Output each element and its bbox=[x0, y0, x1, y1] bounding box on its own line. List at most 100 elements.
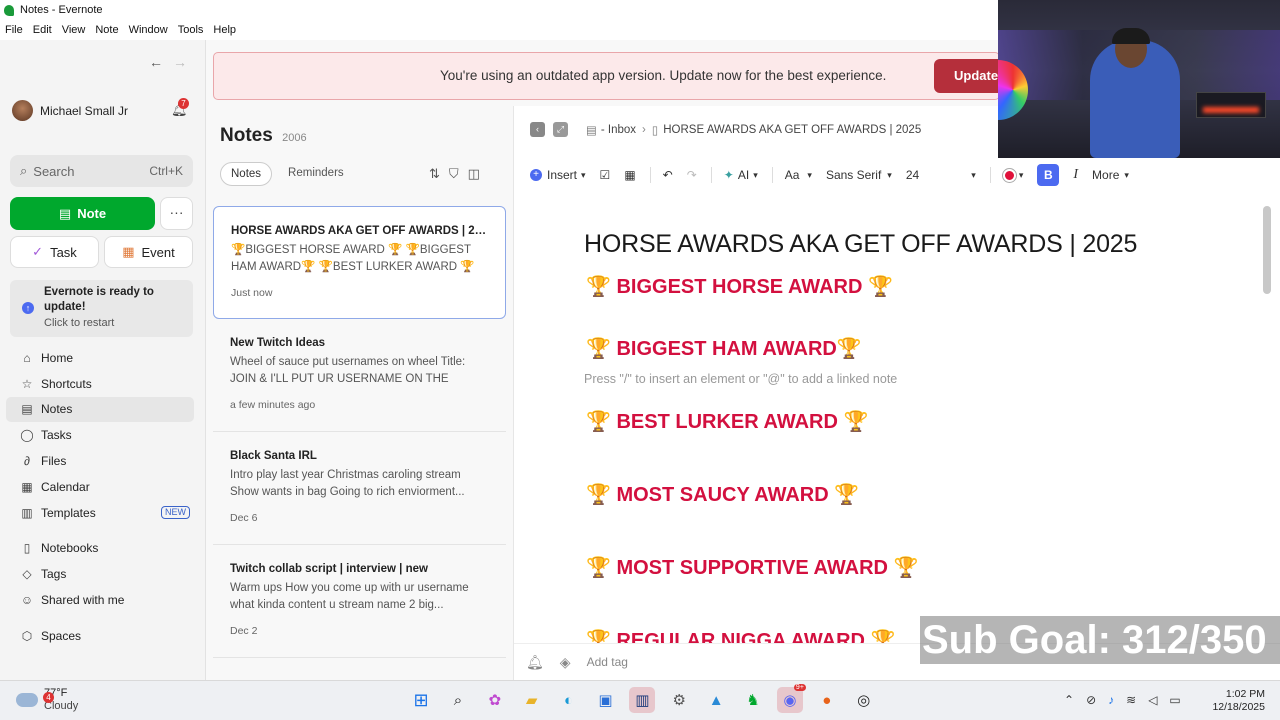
edge-browser-icon[interactable]: ◐ bbox=[556, 687, 582, 713]
expand-icon[interactable]: ⤢ bbox=[553, 122, 568, 137]
list-item[interactable]: Twitch collab script | interview | new W… bbox=[213, 545, 506, 658]
editor-hint: Press "/" to insert an element or "@" to… bbox=[584, 372, 898, 386]
note-title-field[interactable]: HORSE AWARDS AKA GET OFF AWARDS | 2025 bbox=[584, 230, 1137, 259]
note-date: Just now bbox=[231, 287, 273, 299]
menu-file[interactable]: File bbox=[5, 24, 23, 36]
sidebar-item-templates[interactable]: ▥ Templates NEW bbox=[6, 500, 194, 526]
calendar-button[interactable]: ▦ bbox=[624, 168, 635, 182]
note-title: New Twitch Ideas bbox=[230, 337, 326, 349]
discord-icon[interactable]: ◉ 9+ bbox=[776, 684, 806, 713]
file-explorer-icon[interactable]: ▰ bbox=[519, 687, 545, 713]
taskbar: 4 77°F Cloudy ⊞ ⌕ ✿ ▰ ◐ ▣ ▥ ⚙ ▲ ♞ ◉ 9+ ● … bbox=[0, 680, 1280, 720]
back-arrow-icon[interactable]: ← bbox=[149, 54, 163, 70]
sidebar-item-shared[interactable]: ☺ Shared with me bbox=[6, 587, 194, 613]
note-editor: ‹ ⤢ ▤ - Inbox › ▯ HORSE AWARDS AKA GET O… bbox=[513, 106, 1280, 680]
history-nav: ← → bbox=[139, 54, 187, 70]
evernote-app-icon[interactable]: ♞ bbox=[740, 687, 766, 713]
award-line[interactable]: 🏆 MOST SAUCY AWARD 🏆 bbox=[586, 482, 859, 507]
chevron-up-icon[interactable]: ⌃ bbox=[1064, 693, 1074, 707]
account-menu[interactable]: Michael Small Jr bbox=[12, 100, 128, 121]
text-color-button[interactable]: ▾ bbox=[1002, 168, 1023, 182]
sidebar-item-home[interactable]: ⌂ Home bbox=[6, 345, 194, 371]
wifi-icon[interactable]: ≋ bbox=[1126, 693, 1136, 707]
bold-button[interactable]: B bbox=[1037, 164, 1060, 186]
obs-studio-icon[interactable]: ◎ bbox=[851, 687, 877, 713]
more-options-button[interactable]: ··· bbox=[160, 197, 193, 230]
list-item[interactable]: New Twitch Ideas Wheel of sauce put user… bbox=[213, 319, 506, 432]
menu-bar: File Edit View Note Window Tools Help bbox=[0, 20, 1000, 40]
list-item[interactable]: Black Santa IRL Intro play last year Chr… bbox=[213, 432, 506, 545]
webcam-overlay bbox=[998, 0, 1280, 158]
reminder-bell-icon[interactable]: 🔔︎ bbox=[526, 654, 544, 671]
note-date: a few minutes ago bbox=[230, 399, 316, 411]
insert-button[interactable]: + Insert ▾ bbox=[530, 168, 586, 182]
windows-start-icon[interactable]: ⊞ bbox=[408, 687, 434, 713]
italic-button[interactable]: I bbox=[1073, 167, 1078, 183]
volume-icon[interactable]: ◁ bbox=[1148, 693, 1157, 707]
award-line[interactable]: 🏆 BIGGEST HORSE AWARD 🏆 bbox=[586, 274, 893, 299]
add-tag-input[interactable]: Add tag bbox=[587, 655, 628, 669]
ai-label: AI bbox=[737, 168, 750, 182]
award-line[interactable]: 🏆 BEST LURKER AWARD 🏆 bbox=[586, 409, 868, 434]
obs-app-icon[interactable]: ▥ bbox=[629, 687, 656, 713]
new-note-button[interactable]: ▤ Note bbox=[10, 197, 155, 230]
battery-icon[interactable]: ▭ bbox=[1169, 693, 1180, 707]
photos-icon[interactable]: ▲ bbox=[703, 687, 729, 713]
weather-widget[interactable]: 4 77°F Cloudy bbox=[16, 687, 78, 713]
collapse-panel-icon[interactable]: ‹ bbox=[530, 122, 545, 137]
list-tools: ⇅ ⛉ ◫ bbox=[429, 166, 489, 182]
list-item[interactable]: HORSE AWARDS AKA GET OFF AWARDS | 2025 🏆… bbox=[213, 206, 506, 319]
sidebar-item-spaces[interactable]: ⬡ Spaces bbox=[6, 623, 194, 649]
tag-add-icon[interactable]: ◈ bbox=[560, 654, 571, 671]
font-select[interactable]: Sans Serif ▾ bbox=[826, 168, 892, 182]
sidebar-item-calendar[interactable]: ▦ Calendar bbox=[6, 474, 194, 500]
sidebar-item-notes[interactable]: ▤ Notes bbox=[6, 396, 194, 423]
update-ready-card[interactable]: ↑ Evernote is ready to update! Click to … bbox=[10, 280, 193, 337]
forward-arrow-icon[interactable]: → bbox=[173, 54, 187, 70]
award-line[interactable]: 🏆 BIGGEST HAM AWARD🏆 bbox=[586, 336, 862, 361]
menu-note[interactable]: Note bbox=[95, 24, 118, 36]
search-icon[interactable]: ⌕ bbox=[445, 687, 471, 713]
sidebar-item-files[interactable]: ∂ Files bbox=[6, 448, 194, 474]
sidebar-item-tasks[interactable]: ◯ Tasks bbox=[6, 422, 194, 448]
sidebar-item-notebooks[interactable]: ▯ Notebooks bbox=[6, 536, 194, 562]
store-icon[interactable]: ▣ bbox=[592, 687, 618, 713]
award-line[interactable]: 🏆 MOST SUPPORTIVE AWARD 🏆 bbox=[586, 555, 918, 580]
menu-view[interactable]: View bbox=[62, 24, 86, 36]
microphone-icon[interactable]: ♪ bbox=[1108, 693, 1114, 707]
redo-button[interactable]: ↷ bbox=[687, 168, 697, 182]
ai-button[interactable]: ✦ AI ▾ bbox=[724, 168, 758, 182]
menu-edit[interactable]: Edit bbox=[33, 24, 52, 36]
menu-window[interactable]: Window bbox=[129, 24, 168, 36]
new-task-button[interactable]: ✓ Task bbox=[10, 236, 99, 268]
bold-label: B bbox=[1037, 164, 1060, 186]
font-size-select[interactable]: 24 ▾ bbox=[906, 168, 976, 182]
sort-icon[interactable]: ⇅ bbox=[429, 166, 440, 182]
text-style-button[interactable]: Aa ▾ bbox=[785, 168, 812, 182]
search-input[interactable]: ⌕ Search Ctrl+K bbox=[10, 155, 193, 187]
breadcrumb-notebook[interactable]: - Inbox bbox=[601, 124, 636, 136]
sidebar-item-shortcuts[interactable]: ☆ Shortcuts bbox=[6, 371, 194, 397]
note-preview: 🏆BIGGEST HORSE AWARD 🏆 🏆BIGGEST HAM AWAR… bbox=[231, 244, 475, 273]
network-off-icon[interactable]: ⊘ bbox=[1086, 693, 1096, 707]
undo-button[interactable]: ↶ bbox=[663, 168, 673, 182]
tab-reminders[interactable]: Reminders bbox=[278, 162, 354, 186]
menu-tools[interactable]: Tools bbox=[178, 24, 204, 36]
system-clock[interactable]: 1:02 PM 12/18/2025 bbox=[1210, 688, 1265, 714]
chevron-down-icon: ▾ bbox=[887, 169, 892, 180]
editor-scrollbar[interactable] bbox=[1263, 206, 1271, 294]
checkbox-button[interactable]: ☑ bbox=[600, 168, 611, 182]
new-event-button[interactable]: ▦ Event bbox=[104, 236, 193, 268]
avatar bbox=[12, 100, 33, 121]
menu-help[interactable]: Help bbox=[213, 24, 236, 36]
view-layout-icon[interactable]: ◫ bbox=[468, 166, 480, 182]
tab-notes[interactable]: Notes bbox=[220, 162, 273, 186]
firefox-icon[interactable]: ● bbox=[814, 687, 840, 713]
copilot-icon[interactable]: ✿ bbox=[482, 687, 508, 713]
more-button[interactable]: More ▾ bbox=[1092, 168, 1129, 182]
sidebar-item-tags[interactable]: ◇ Tags bbox=[6, 561, 194, 587]
breadcrumb-note: HORSE AWARDS AKA GET OFF AWARDS | 2025 bbox=[663, 123, 922, 136]
filter-icon[interactable]: ⛉ bbox=[449, 166, 459, 182]
settings-icon[interactable]: ⚙ bbox=[666, 687, 692, 713]
chevron-down-icon: ▾ bbox=[581, 169, 586, 180]
